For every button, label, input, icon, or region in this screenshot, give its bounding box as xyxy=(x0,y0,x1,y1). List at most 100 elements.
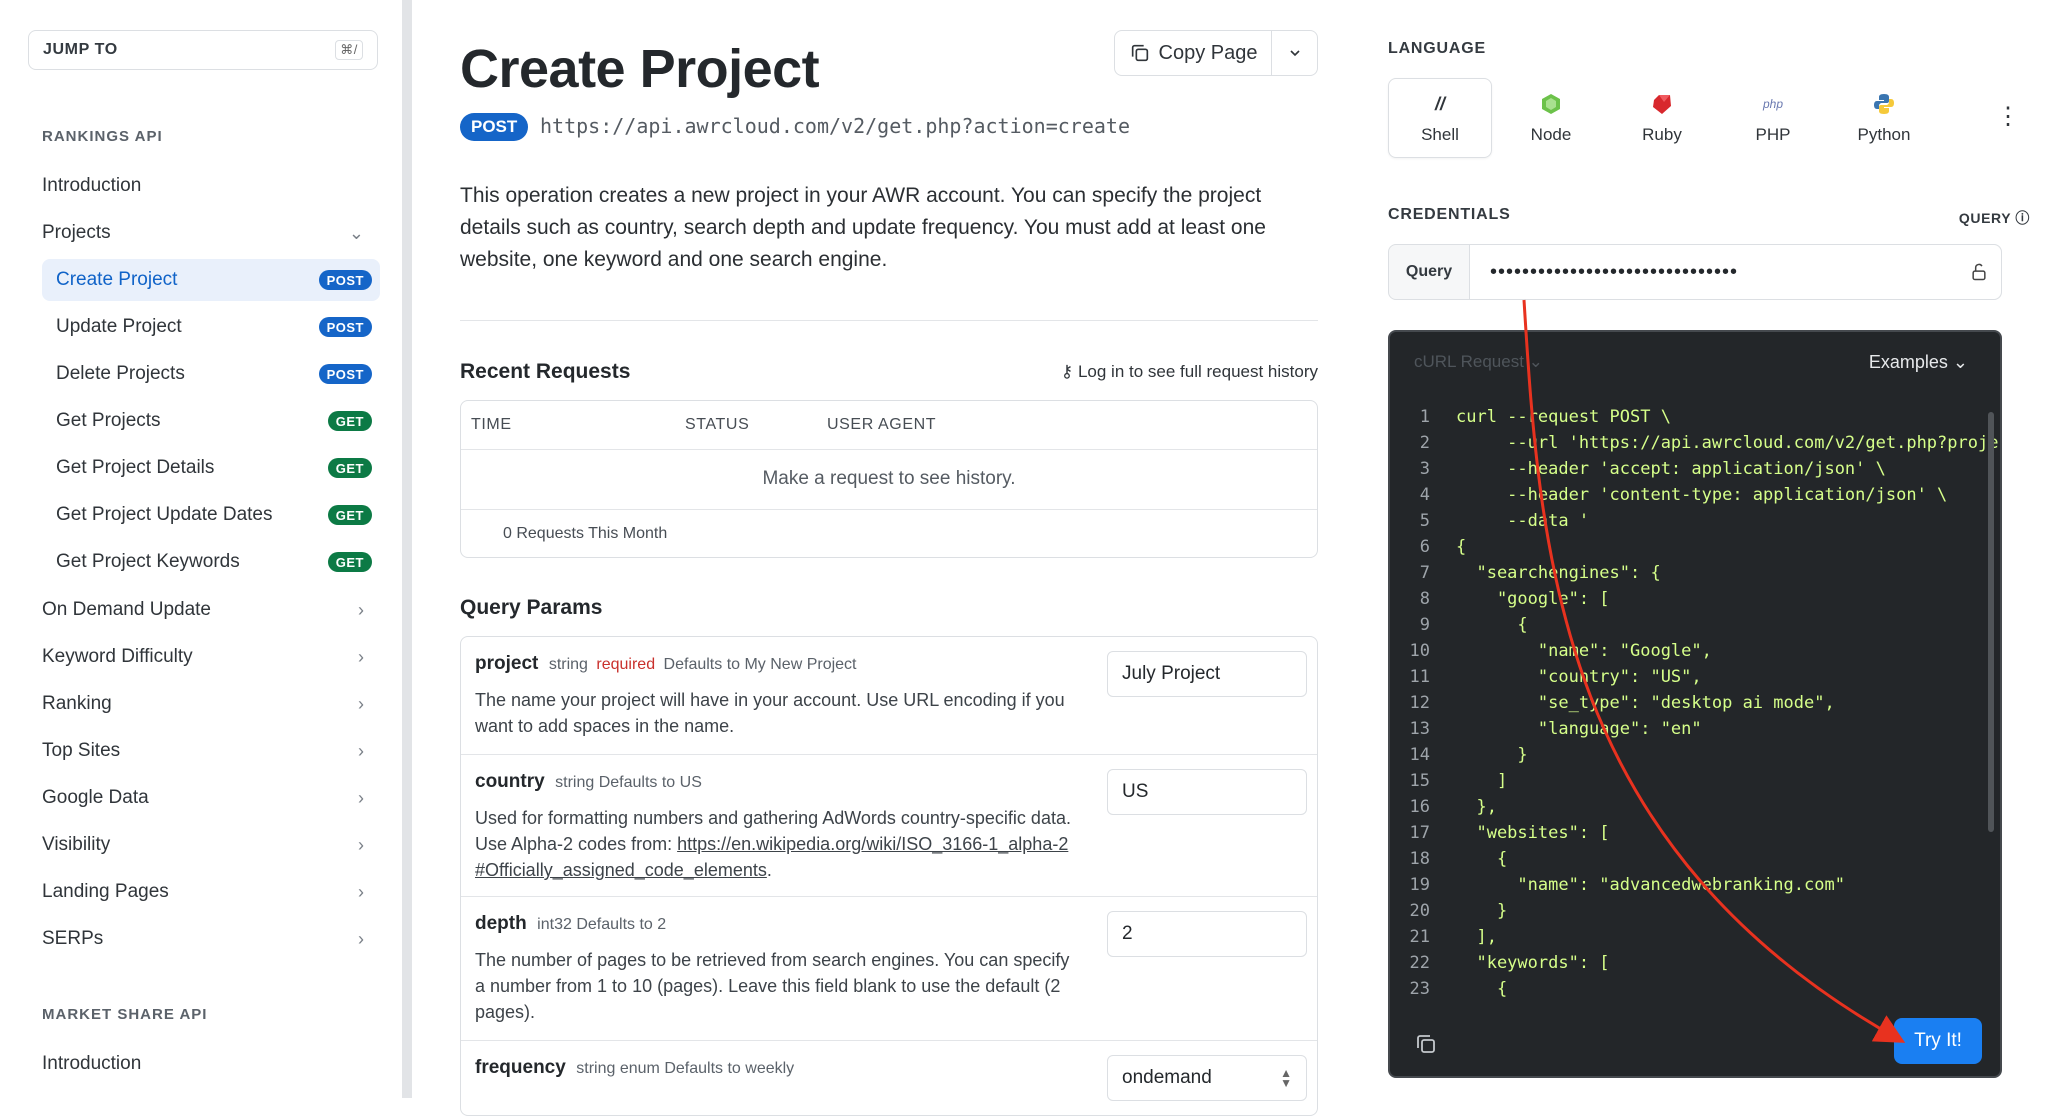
line-number: 2 xyxy=(1419,433,1430,453)
examples-dropdown[interactable]: Examples ⌄ xyxy=(1869,352,1968,373)
line-number: 17 xyxy=(1409,823,1430,843)
nav-label: Ranking xyxy=(42,693,112,714)
nav-google-data[interactable]: Google Data › xyxy=(42,778,378,818)
line-number: 12 xyxy=(1409,693,1430,713)
lang-label: Node xyxy=(1530,125,1572,144)
nav-top-sites[interactable]: Top Sites › xyxy=(42,731,378,771)
method-badge: GET xyxy=(327,411,372,431)
line-number: 19 xyxy=(1409,875,1430,895)
line-number: 7 xyxy=(1419,563,1430,583)
project-input[interactable] xyxy=(1107,651,1307,697)
lang-python[interactable]: Python xyxy=(1832,78,1936,158)
copy-page-button[interactable]: Copy Page xyxy=(1114,30,1272,76)
code-sidebar: LANGUAGE // Shell Node Ruby php PHP Pyth xyxy=(1352,0,2048,1098)
country-input[interactable] xyxy=(1107,769,1307,815)
chevron-right-icon: › xyxy=(358,693,364,714)
lang-php[interactable]: php PHP xyxy=(1721,78,1825,158)
line-number: 23 xyxy=(1409,979,1430,999)
chevron-right-icon: › xyxy=(358,881,364,902)
param-default: Defaults to 2 xyxy=(576,916,667,933)
line-number: 6 xyxy=(1419,537,1430,557)
table-header: TIME STATUS USER AGENT xyxy=(461,401,1317,450)
code-text: --data ' xyxy=(1456,511,1590,531)
code-text: curl --request POST \ xyxy=(1456,407,1671,427)
code-line: 15 ] xyxy=(1390,768,2000,794)
nav-on-demand-update[interactable]: On Demand Update › xyxy=(42,590,378,630)
nav-label: On Demand Update xyxy=(42,599,211,620)
nav-update-project[interactable]: Update Project POST xyxy=(42,306,380,348)
credential-value-input[interactable]: ••••••••••••••••••••••••••••••• xyxy=(1470,245,1957,299)
code-text: "name": "Google", xyxy=(1456,641,1712,661)
lang-node[interactable]: Node xyxy=(1499,78,1603,158)
param-row-frequency: frequency string enum Defaults to weekly… xyxy=(461,1041,1317,1115)
nav-ranking[interactable]: Ranking › xyxy=(42,684,378,724)
code-text: "searchengines": { xyxy=(1456,563,1661,583)
nav-label: Introduction xyxy=(42,175,142,196)
method-badge: POST xyxy=(318,364,372,384)
nav-get-projects[interactable]: Get Projects GET xyxy=(42,400,380,442)
nav-label: SERPs xyxy=(42,928,104,949)
line-number: 3 xyxy=(1419,459,1430,479)
request-count: 0 Requests This Month xyxy=(503,525,668,542)
more-languages-icon[interactable]: ⋮ xyxy=(1996,102,2020,131)
chevron-down-icon xyxy=(1289,50,1300,57)
nav-serps[interactable]: SERPs › xyxy=(42,919,378,959)
section-title-market-share: MARKET SHARE API xyxy=(42,1006,208,1023)
method-badge: POST xyxy=(318,270,372,290)
page-description: This operation creates a new project in … xyxy=(460,184,1266,271)
code-text: --url 'https://api.awrcloud.com/v2/get.p… xyxy=(1456,433,1999,453)
page-title: Create Project xyxy=(460,39,820,99)
chevron-right-icon: › xyxy=(358,928,364,949)
frequency-select[interactable]: ondemand ▲ ▼ xyxy=(1107,1055,1307,1101)
code-text: } xyxy=(1456,901,1508,921)
nav-introduction[interactable]: Introduction xyxy=(42,166,378,206)
code-text: { xyxy=(1456,615,1528,635)
query-params-list: project string required Defaults to My N… xyxy=(460,636,1318,1116)
nav-projects[interactable]: Projects ⌄ xyxy=(42,213,378,253)
history-link-label: Log in to see full request history xyxy=(1077,362,1318,381)
code-line: 1 curl --request POST \ xyxy=(1390,404,2000,430)
unlock-icon[interactable] xyxy=(1957,245,2001,299)
copy-icon xyxy=(1131,44,1148,62)
param-header: depth int32 Defaults to 2 xyxy=(475,913,666,935)
nav-market-share-introduction[interactable]: Introduction xyxy=(42,1044,378,1084)
curl-request-tab[interactable]: cURL Request ⌄ xyxy=(1414,352,1543,372)
code-text: "google": [ xyxy=(1456,589,1610,609)
line-number: 8 xyxy=(1419,589,1430,609)
nav-keyword-difficulty[interactable]: Keyword Difficulty › xyxy=(42,637,378,677)
line-number: 5 xyxy=(1419,511,1430,531)
request-history-link[interactable]: ⚷ Log in to see full request history xyxy=(1061,362,1318,382)
lang-shell[interactable]: // Shell xyxy=(1388,78,1492,158)
language-picker: // Shell Node Ruby php PHP Python ⋮ xyxy=(1388,78,2028,158)
nav-get-project-details[interactable]: Get Project Details GET xyxy=(42,447,380,489)
jump-to-search[interactable]: JUMP TO ⌘/ xyxy=(28,30,378,70)
code-line: 13 "language": "en" xyxy=(1390,716,2000,742)
divider xyxy=(460,320,1318,321)
lang-ruby[interactable]: Ruby xyxy=(1610,78,1714,158)
code-scrollbar[interactable] xyxy=(1988,412,1994,832)
nav-visibility[interactable]: Visibility › xyxy=(42,825,378,865)
copy-code-icon[interactable] xyxy=(1414,1032,1438,1062)
param-default: Defaults to weekly xyxy=(664,1060,795,1077)
code-text: }, xyxy=(1456,797,1497,817)
nav-get-project-update-dates[interactable]: Get Project Update Dates GET xyxy=(42,494,380,536)
examples-label: Examples xyxy=(1868,352,1948,372)
code-line: 19 "name": "advancedwebranking.com" xyxy=(1390,872,2000,898)
query-params-title: Query Params xyxy=(460,596,603,619)
line-number: 22 xyxy=(1409,953,1430,973)
try-it-button[interactable]: Try It! xyxy=(1894,1018,1982,1064)
depth-input[interactable] xyxy=(1107,911,1307,957)
nav-create-project[interactable]: Create Project POST xyxy=(42,259,380,301)
sidebar-divider[interactable] xyxy=(402,0,412,1098)
code-line: 14 } xyxy=(1390,742,2000,768)
code-text: { xyxy=(1456,537,1467,557)
param-description: The name your project will have in your … xyxy=(475,690,1065,736)
copy-page-dropdown[interactable] xyxy=(1272,30,1318,76)
query-info-link[interactable]: QUERY ⓘ xyxy=(1959,208,2030,228)
nav-get-project-keywords[interactable]: Get Project Keywords GET xyxy=(42,541,380,583)
nav-landing-pages[interactable]: Landing Pages › xyxy=(42,872,378,912)
nav-delete-projects[interactable]: Delete Projects POST xyxy=(42,353,380,395)
ruby-icon xyxy=(1649,91,1675,117)
code-line: 9 { xyxy=(1390,612,2000,638)
code-text: --header 'accept: application/json' \ xyxy=(1456,459,1886,479)
